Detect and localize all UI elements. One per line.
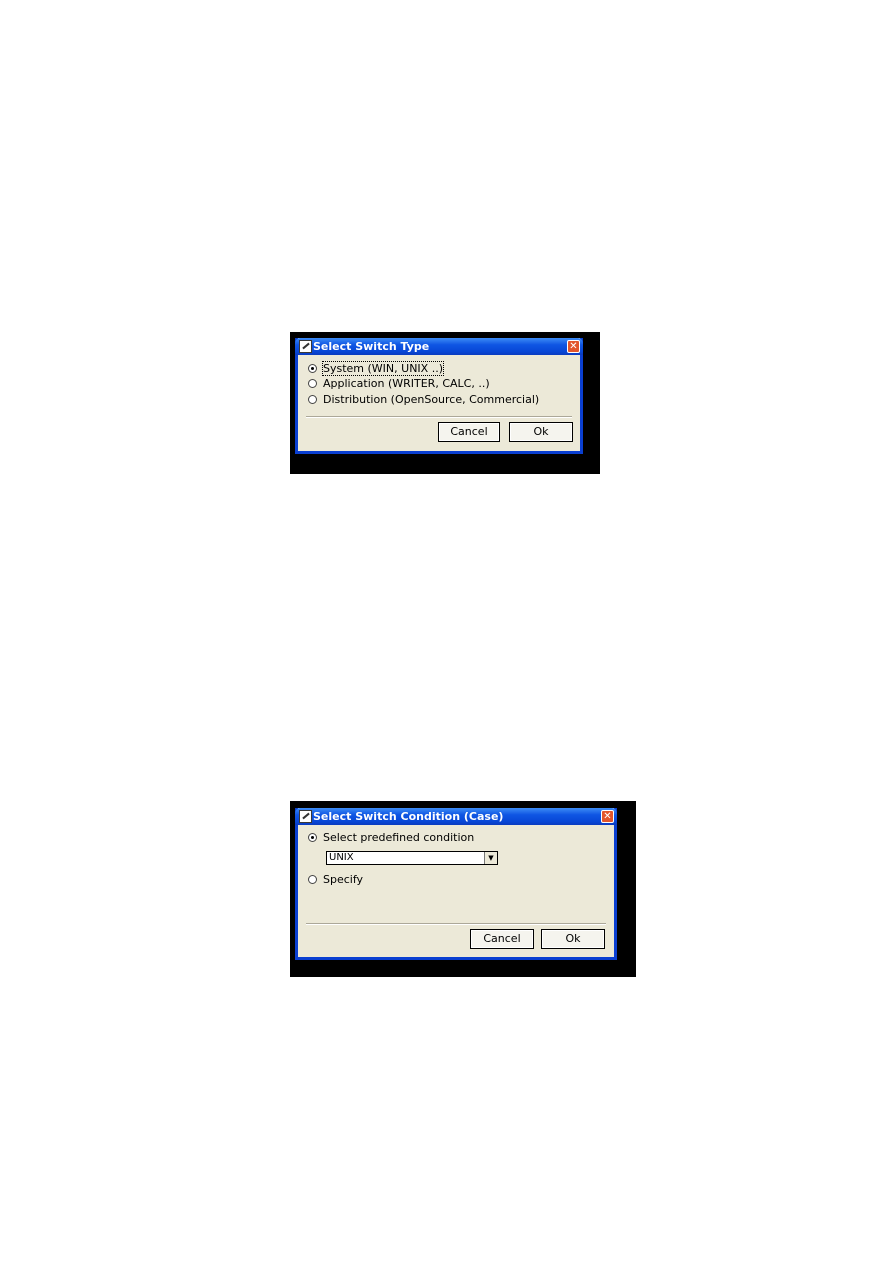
radio-button[interactable]: [308, 378, 317, 388]
radio-specify[interactable]: Specify: [308, 873, 363, 887]
radio-specify-label: Specify: [323, 873, 364, 886]
select-switch-type-dialog: Select Switch Type ✕ System (WIN, UNIX .…: [295, 338, 583, 454]
dialog-title: Select Switch Condition (Case): [313, 810, 504, 823]
separator: [306, 923, 606, 925]
radio-distribution[interactable]: Distribution (OpenSource, Commercial): [308, 393, 539, 407]
select-switch-condition-dialog: Select Switch Condition (Case) ✕ Select …: [295, 808, 617, 960]
radio-button[interactable]: [308, 394, 317, 404]
radio-distribution-label: Distribution (OpenSource, Commercial): [323, 393, 540, 406]
chevron-down-icon[interactable]: ▼: [484, 852, 497, 864]
radio-button[interactable]: [308, 874, 317, 884]
radio-predefined[interactable]: Select predefined condition: [308, 831, 474, 845]
combobox-value: UNIX: [329, 852, 354, 863]
condition-combobox[interactable]: UNIX ▼: [326, 851, 498, 865]
close-icon[interactable]: ✕: [601, 810, 614, 823]
ok-button[interactable]: Ok: [541, 929, 605, 949]
radio-button[interactable]: [308, 363, 317, 373]
dialog-title: Select Switch Type: [313, 340, 430, 353]
screenshot-select-switch-type: Select Switch Type ✕ System (WIN, UNIX .…: [290, 332, 600, 474]
title-bar[interactable]: Select Switch Type ✕: [295, 338, 583, 355]
close-icon[interactable]: ✕: [567, 340, 580, 353]
radio-system-label: System (WIN, UNIX ..): [322, 361, 444, 376]
screenshot-select-switch-condition: Select Switch Condition (Case) ✕ Select …: [290, 801, 636, 977]
separator: [306, 416, 572, 418]
cancel-button[interactable]: Cancel: [438, 422, 500, 442]
app-icon[interactable]: [299, 810, 312, 823]
title-bar[interactable]: Select Switch Condition (Case) ✕: [295, 808, 617, 825]
ok-button[interactable]: Ok: [509, 422, 573, 442]
app-icon[interactable]: [299, 340, 312, 353]
radio-button[interactable]: [308, 832, 317, 842]
radio-predefined-label: Select predefined condition: [323, 831, 475, 844]
radio-system[interactable]: System (WIN, UNIX ..): [308, 361, 444, 376]
cancel-button[interactable]: Cancel: [470, 929, 534, 949]
radio-application[interactable]: Application (WRITER, CALC, ..): [308, 377, 490, 391]
radio-application-label: Application (WRITER, CALC, ..): [323, 377, 490, 390]
